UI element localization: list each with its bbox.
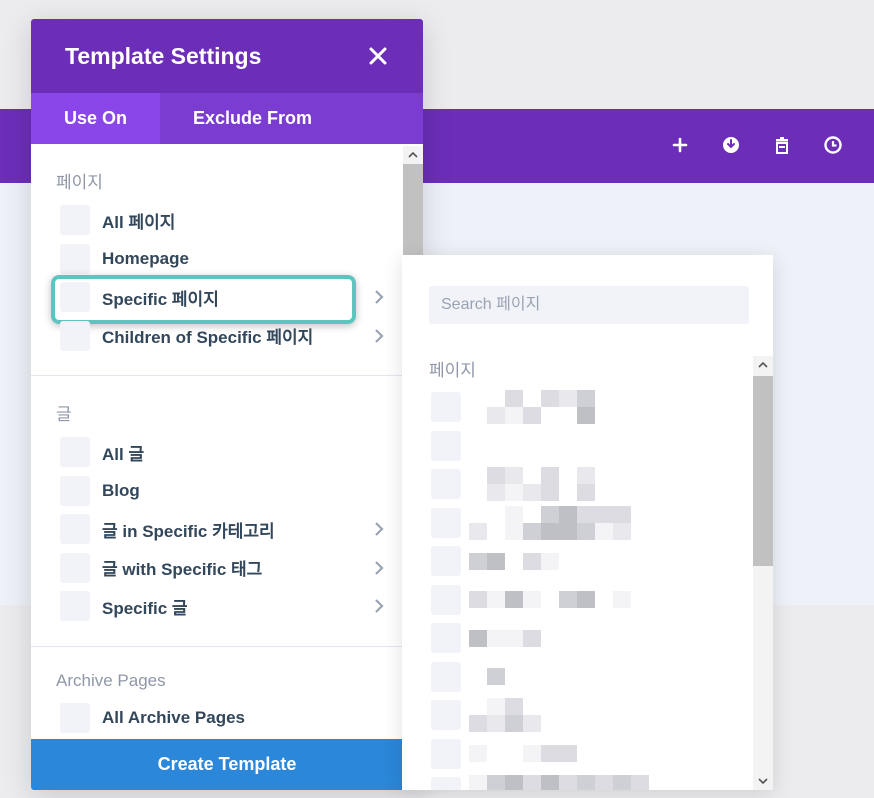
obscured-page-title bbox=[469, 668, 659, 686]
checkbox[interactable] bbox=[431, 430, 461, 461]
section-title: 글 bbox=[56, 405, 72, 424]
obscured-page-title bbox=[469, 775, 659, 790]
page-list-item[interactable] bbox=[431, 619, 751, 658]
trash-icon[interactable] bbox=[771, 134, 793, 156]
option-label: 글 with Specific 태그 bbox=[102, 560, 263, 580]
create-template-button[interactable]: Create Template bbox=[31, 739, 423, 790]
obscured-page-title bbox=[469, 698, 659, 733]
checkbox[interactable] bbox=[60, 514, 90, 545]
toolbar-icons bbox=[669, 134, 844, 156]
scrollbar[interactable] bbox=[753, 356, 773, 790]
tab-exclude-from[interactable]: Exclude From bbox=[160, 93, 345, 144]
tab-use-on[interactable]: Use On bbox=[31, 93, 161, 144]
page-list-item[interactable] bbox=[431, 581, 751, 620]
chevron-right-icon[interactable] bbox=[373, 560, 385, 576]
checkbox[interactable] bbox=[60, 591, 90, 622]
page-list-item[interactable] bbox=[431, 773, 751, 790]
option-specific-pages[interactable]: Specific 페이지 bbox=[31, 275, 423, 324]
obscured-page-title bbox=[469, 390, 659, 425]
scroll-up-icon[interactable] bbox=[403, 146, 423, 164]
checkbox[interactable] bbox=[431, 777, 461, 790]
tab-bar: Use On Exclude From bbox=[31, 93, 423, 144]
option-all-posts[interactable]: All 글 bbox=[31, 433, 423, 472]
close-icon[interactable] bbox=[367, 45, 389, 67]
option-label: Homepage bbox=[102, 248, 189, 268]
option-blog[interactable]: Blog bbox=[31, 472, 423, 511]
checkbox[interactable] bbox=[431, 623, 461, 654]
checkbox[interactable] bbox=[431, 584, 461, 615]
option-label: Blog bbox=[102, 480, 140, 500]
checkbox[interactable] bbox=[60, 282, 90, 313]
section-pages: 페이지 All 페이지 Homepage Specific 페이지 Childr… bbox=[31, 144, 423, 376]
page-list-item[interactable] bbox=[431, 658, 751, 697]
page-list-item[interactable] bbox=[431, 504, 751, 543]
checkbox[interactable] bbox=[431, 469, 461, 500]
section-posts: 글 All 글 Blog 글 in Specific 카테고리 글 with S… bbox=[31, 376, 423, 647]
option-label: Specific 페이지 bbox=[102, 289, 219, 309]
option-label: Specific 글 bbox=[102, 598, 188, 618]
power-icon[interactable] bbox=[720, 134, 742, 156]
obscured-page-title bbox=[469, 591, 659, 609]
option-all-pages[interactable]: All 페이지 bbox=[31, 201, 423, 240]
page-list-item[interactable] bbox=[431, 388, 751, 427]
checkbox[interactable] bbox=[60, 475, 90, 506]
plus-icon[interactable] bbox=[669, 134, 691, 156]
checkbox[interactable] bbox=[60, 320, 90, 351]
option-posts-with-tag[interactable]: 글 with Specific 태그 bbox=[31, 549, 423, 588]
section-title: Archive Pages bbox=[56, 670, 166, 690]
section-title: 페이지 bbox=[56, 173, 103, 192]
page-list bbox=[431, 388, 751, 790]
option-specific-posts[interactable]: Specific 글 bbox=[31, 587, 423, 626]
obscured-page-title bbox=[469, 437, 659, 454]
checkbox[interactable] bbox=[431, 546, 461, 577]
checkbox[interactable] bbox=[60, 437, 90, 468]
obscured-page-title bbox=[469, 552, 659, 570]
specific-pages-flyout: 페이지 bbox=[402, 255, 773, 790]
chevron-right-icon[interactable] bbox=[373, 289, 385, 305]
checkbox[interactable] bbox=[431, 507, 461, 538]
options-list: 페이지 All 페이지 Homepage Specific 페이지 Childr… bbox=[31, 144, 423, 740]
modal-title: Template Settings bbox=[65, 42, 262, 69]
checkbox[interactable] bbox=[431, 700, 461, 731]
checkbox[interactable] bbox=[60, 243, 90, 274]
section-archive-pages: Archive Pages All Archive Pages bbox=[31, 647, 423, 741]
chevron-right-icon[interactable] bbox=[373, 521, 385, 537]
page-list-item[interactable] bbox=[431, 696, 751, 735]
option-label: Children of Specific 페이지 bbox=[102, 328, 314, 348]
page-list-item[interactable] bbox=[431, 542, 751, 581]
option-label: 글 in Specific 카테고리 bbox=[102, 521, 275, 541]
chevron-right-icon[interactable] bbox=[373, 598, 385, 614]
scroll-down-icon[interactable] bbox=[753, 772, 773, 790]
scroll-up-icon[interactable] bbox=[753, 356, 773, 374]
checkbox[interactable] bbox=[431, 661, 461, 692]
option-children-of-specific-pages[interactable]: Children of Specific 페이지 bbox=[31, 317, 423, 356]
checkbox[interactable] bbox=[431, 738, 461, 769]
obscured-page-title bbox=[469, 467, 659, 502]
option-label: All 글 bbox=[102, 444, 145, 464]
modal-header: Template Settings bbox=[31, 19, 423, 93]
scrollbar-thumb[interactable] bbox=[403, 164, 423, 256]
search-input[interactable] bbox=[429, 286, 749, 324]
checkbox[interactable] bbox=[60, 552, 90, 583]
checkbox[interactable] bbox=[60, 205, 90, 236]
template-settings-modal: Template Settings Use On Exclude From 페이… bbox=[31, 19, 423, 790]
option-all-archive-pages[interactable]: All Archive Pages bbox=[31, 699, 423, 738]
chevron-right-icon[interactable] bbox=[373, 328, 385, 344]
option-posts-in-category[interactable]: 글 in Specific 카테고리 bbox=[31, 510, 423, 549]
obscured-page-title bbox=[469, 745, 659, 763]
option-label: All 페이지 bbox=[102, 212, 176, 232]
flyout-section-title: 페이지 bbox=[429, 361, 476, 380]
checkbox[interactable] bbox=[60, 702, 90, 733]
obscured-page-title bbox=[469, 629, 659, 647]
page-list-item[interactable] bbox=[431, 465, 751, 504]
history-icon[interactable] bbox=[822, 134, 844, 156]
obscured-page-title bbox=[469, 505, 659, 540]
page-list-item[interactable] bbox=[431, 735, 751, 774]
checkbox[interactable] bbox=[431, 392, 461, 423]
option-homepage[interactable]: Homepage bbox=[31, 240, 423, 279]
scrollbar-thumb[interactable] bbox=[753, 376, 773, 566]
option-label: All Archive Pages bbox=[102, 707, 245, 727]
page-list-item[interactable] bbox=[431, 427, 751, 466]
